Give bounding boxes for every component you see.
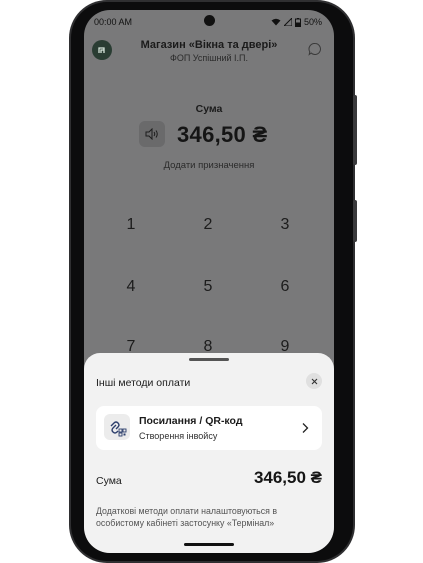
sheet-sum-value: 346,50 ₴ xyxy=(253,468,322,487)
keypad-key-2[interactable]: 2 xyxy=(188,216,228,234)
shop-title: Магазин «Вікна та двері» xyxy=(140,39,278,51)
close-button[interactable] xyxy=(306,373,322,389)
amount-row: 346,50 ₴ xyxy=(84,120,334,150)
close-icon xyxy=(311,378,317,384)
chat-icon[interactable] xyxy=(308,42,322,56)
power-button xyxy=(353,200,357,242)
front-camera xyxy=(204,15,215,26)
sheet-drag-handle[interactable] xyxy=(189,358,229,361)
wifi-icon xyxy=(271,18,281,26)
speaker-icon xyxy=(145,128,158,140)
method-title: Посилання / QR-код xyxy=(139,415,243,427)
home-indicator[interactable] xyxy=(184,543,234,546)
chevron-right-icon xyxy=(302,423,309,433)
volume-button xyxy=(353,95,357,165)
amount-display: 346,50 ₴ xyxy=(177,122,268,147)
shop-subtitle: ФОП Успішний І.П. xyxy=(169,53,249,63)
sum-label: Сума xyxy=(195,103,223,115)
sheet-sum-label: Сума xyxy=(96,475,122,487)
payment-methods-sheet: Інші методи оплати Посилання / QR-код Ст… xyxy=(84,353,334,553)
status-bar: 00:00 AM 50% xyxy=(84,10,334,34)
payment-method-link-qr[interactable]: Посилання / QR-код Створення інвойсу xyxy=(96,406,322,450)
settings-note: Додаткові методи оплати налаштовуються в… xyxy=(96,506,278,528)
link-qr-glyph xyxy=(110,421,127,437)
keypad-key-3[interactable]: 3 xyxy=(265,216,305,234)
add-purpose-link[interactable]: Додати призначення xyxy=(84,160,334,171)
battery-icon xyxy=(294,17,301,27)
link-qr-icon xyxy=(104,414,130,440)
app-screen: 00:00 AM 50% Магазин «Вікна та двері» ФО… xyxy=(84,10,334,553)
keypad-key-1[interactable]: 1 xyxy=(111,216,151,234)
status-icons: 50% xyxy=(271,17,322,27)
keypad-key-5[interactable]: 5 xyxy=(188,278,228,296)
speaker-button[interactable] xyxy=(139,121,165,147)
app-header: Магазин «Вікна та двері» ФОП Успішний І.… xyxy=(84,36,334,72)
signal-icon xyxy=(283,18,292,26)
status-time: 00:00 AM xyxy=(94,17,133,27)
battery-level: 50% xyxy=(303,17,322,27)
keypad-key-4[interactable]: 4 xyxy=(111,278,151,296)
sheet-title: Інші методи оплати xyxy=(96,377,191,389)
method-subtitle: Створення інвойсу xyxy=(139,431,218,441)
keypad-key-6[interactable]: 6 xyxy=(265,278,305,296)
